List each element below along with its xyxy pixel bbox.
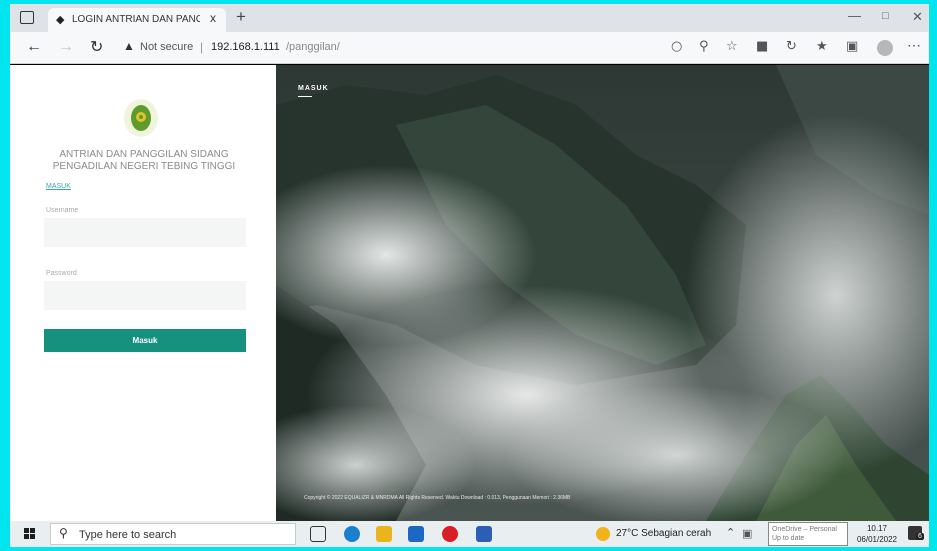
favorites-icon[interactable]: ★ [816, 39, 828, 54]
copyright-footer: Copyright © 2022 EQUALIZR & MNRDMA All R… [304, 495, 571, 501]
not-secure-label[interactable]: Not secure [140, 41, 193, 53]
search-icon: ⚲ [59, 526, 68, 540]
onedrive-line1: OneDrive – Personal [772, 526, 837, 533]
clock-date: 06/01/2022 [856, 535, 898, 544]
tab-title: LOGIN ANTRIAN DAN PANGGI... [72, 14, 200, 25]
tab-close-icon[interactable]: x [210, 11, 216, 25]
profile-avatar[interactable] [877, 40, 893, 56]
web-page: ANTRIAN DAN PANGGILAN SIDANG PENGADILAN … [10, 65, 929, 521]
url-path[interactable]: /panggilan/ [286, 41, 340, 53]
hero-label-underline [298, 96, 312, 97]
taskbar-clock[interactable]: 10.17 06/01/2022 [852, 523, 902, 545]
login-panel: ANTRIAN DAN PANGGILAN SIDANG PENGADILAN … [10, 65, 276, 521]
tab-actions-icon[interactable] [20, 11, 34, 24]
extension-icon[interactable]: ■ [756, 39, 768, 54]
minimize-icon[interactable]: — [848, 8, 861, 23]
forward-arrow-icon[interactable]: → [58, 38, 74, 56]
username-label: Username [46, 207, 79, 214]
court-logo [124, 99, 158, 137]
misty-mountain-image [276, 65, 929, 521]
reload-icon[interactable]: ↻ [90, 37, 103, 57]
task-view-icon[interactable] [310, 526, 326, 542]
login-button[interactable]: Masuk [44, 329, 246, 352]
clock-time: 10.17 [866, 524, 888, 533]
app-title: ANTRIAN DAN PANGGILAN SIDANG PENGADILAN … [46, 149, 242, 173]
tray-chevron-icon[interactable]: ⌃ [726, 526, 735, 539]
screen: ◆ LOGIN ANTRIAN DAN PANGGI... x + — □ ✕ … [10, 4, 929, 547]
maximize-icon[interactable]: □ [882, 10, 889, 22]
window-close-icon[interactable]: ✕ [912, 9, 923, 25]
address-bar: ← → ↻ ▲ Not secure | 192.168.1.111 /pang… [10, 32, 929, 64]
refresh-extension-icon[interactable]: ↻ [786, 39, 797, 54]
notification-badge: 6 [916, 533, 924, 540]
mail-icon[interactable] [408, 526, 424, 542]
read-aloud-icon[interactable]: ○ [671, 39, 682, 54]
url-separator: | [200, 40, 204, 54]
weather-icon[interactable] [596, 527, 610, 541]
zoom-icon[interactable]: ⚲ [699, 39, 709, 54]
back-arrow-icon[interactable]: ← [26, 38, 42, 56]
warning-icon[interactable]: ▲ [123, 39, 135, 53]
word-icon[interactable] [476, 526, 492, 542]
taskbar-search[interactable]: ⚲ Type here to search [50, 523, 296, 545]
file-explorer-icon[interactable] [376, 526, 392, 542]
app-red-icon[interactable] [442, 526, 458, 542]
windows-start-icon[interactable] [24, 528, 36, 540]
url-host[interactable]: 192.168.1.111 [211, 41, 280, 53]
weather-text[interactable]: 27°C Sebagian cerah [616, 528, 711, 539]
onedrive-tooltip: OneDrive – Personal Up to date [768, 522, 848, 546]
hero-image: MASUK Copyright © 2022 EQUALIZR & MNRDMA… [276, 65, 929, 521]
app-title-line2: PENGADILAN NEGERI TEBING TINGGI [52, 161, 236, 172]
password-input[interactable] [44, 281, 246, 310]
app-title-line1: ANTRIAN DAN PANGGILAN SIDANG [59, 149, 229, 160]
browser-tab-bar: ◆ LOGIN ANTRIAN DAN PANGGI... x + — □ ✕ [10, 4, 929, 32]
windows-taskbar: ⚲ Type here to search 27°C Sebagian cera… [10, 521, 929, 547]
browser-tab[interactable]: ◆ LOGIN ANTRIAN DAN PANGGI... x [48, 8, 226, 32]
onedrive-line2: Up to date [772, 535, 805, 542]
login-tab[interactable]: MASUK [46, 183, 71, 190]
more-options-icon[interactable]: ⋯ [907, 37, 921, 54]
search-placeholder: Type here to search [79, 529, 177, 541]
hero-label: MASUK [298, 85, 329, 92]
collections-icon[interactable]: ▣ [846, 39, 858, 54]
favorite-add-icon[interactable]: ☆ [726, 39, 738, 54]
edge-icon[interactable] [344, 526, 360, 542]
favicon-icon: ◆ [56, 13, 65, 26]
tray-app-icon[interactable]: ▣ [742, 527, 752, 540]
username-input[interactable] [44, 218, 246, 247]
new-tab-button[interactable]: + [236, 7, 246, 27]
password-label: Password [46, 270, 77, 277]
